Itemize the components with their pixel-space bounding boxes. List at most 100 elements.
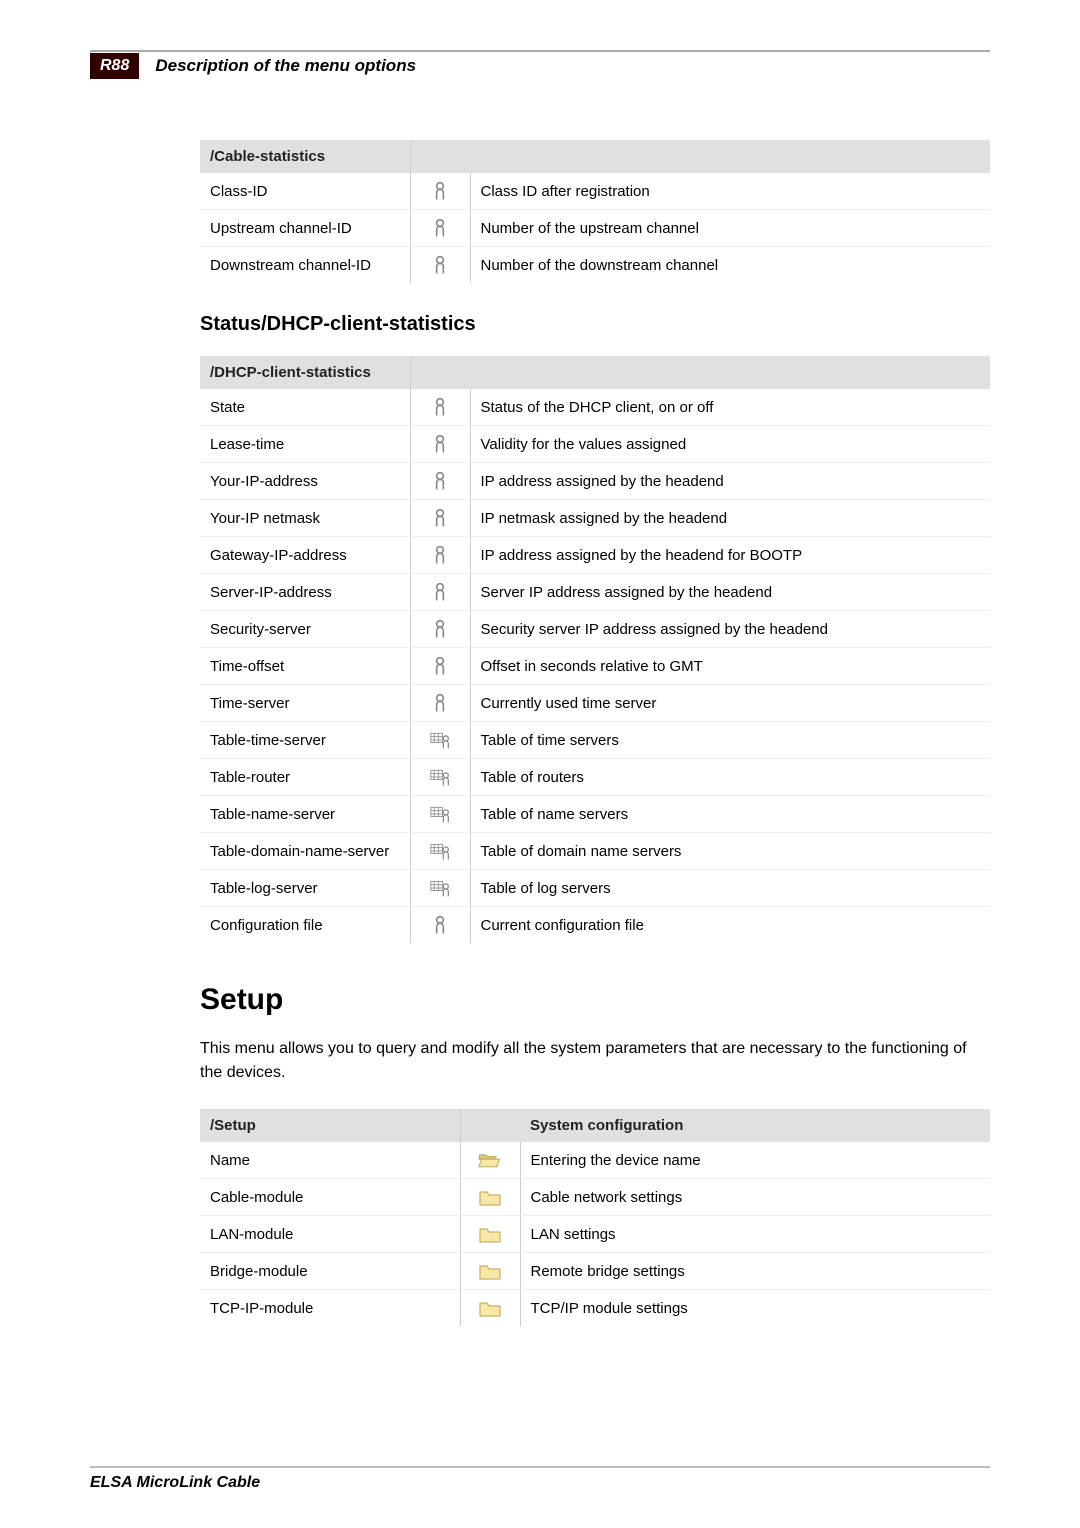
table-row: TCP-IP-module TCP/IP module settings bbox=[200, 1290, 990, 1327]
table-icon bbox=[428, 767, 452, 787]
row-description: Cable network settings bbox=[520, 1179, 990, 1216]
table-row: Gateway-IP-address IP address assigned by… bbox=[200, 537, 990, 574]
row-name: Gateway-IP-address bbox=[200, 537, 410, 574]
row-description: Table of log servers bbox=[470, 870, 990, 907]
row-name: Your-IP netmask bbox=[200, 500, 410, 537]
row-description: TCP/IP module settings bbox=[520, 1290, 990, 1327]
table-row: Table-router Table of routers bbox=[200, 759, 990, 796]
row-icon-cell bbox=[460, 1290, 520, 1327]
row-name: Your-IP-address bbox=[200, 463, 410, 500]
table-row: Table-name-serverTable of name servers bbox=[200, 796, 990, 833]
setup-heading: Setup bbox=[200, 983, 990, 1017]
table-row: Your-IP netmask IP netmask assigned by th… bbox=[200, 500, 990, 537]
table-icon bbox=[428, 804, 452, 824]
row-name: Table-router bbox=[200, 759, 410, 796]
info-icon bbox=[428, 619, 452, 639]
row-icon-cell bbox=[410, 426, 470, 463]
row-icon-cell bbox=[410, 796, 470, 833]
row-name: Downstream channel-ID bbox=[200, 247, 410, 284]
table-header-blank bbox=[460, 1109, 520, 1142]
row-description: IP address assigned by the headend bbox=[470, 463, 990, 500]
row-name: Name bbox=[200, 1142, 460, 1179]
row-name: Security-server bbox=[200, 611, 410, 648]
row-icon-cell bbox=[410, 537, 470, 574]
row-name: Configuration file bbox=[200, 907, 410, 944]
row-name: Bridge-module bbox=[200, 1253, 460, 1290]
row-name: TCP-IP-module bbox=[200, 1290, 460, 1327]
info-icon bbox=[428, 434, 452, 454]
table-row: State Status of the DHCP client, on or of… bbox=[200, 389, 990, 426]
row-description: Class ID after registration bbox=[470, 173, 990, 210]
row-description: Validity for the values assigned bbox=[470, 426, 990, 463]
row-name: Table-time-server bbox=[200, 722, 410, 759]
row-icon-cell bbox=[410, 611, 470, 648]
folder-icon bbox=[478, 1224, 502, 1244]
info-icon bbox=[428, 582, 452, 602]
table-row: Upstream channel-ID Number of the upstrea… bbox=[200, 210, 990, 247]
info-icon bbox=[428, 545, 452, 565]
page-header-title: Description of the menu options bbox=[155, 52, 416, 80]
row-icon-cell bbox=[410, 210, 470, 247]
row-icon-cell bbox=[410, 500, 470, 537]
table-header: /Setup System configuration bbox=[200, 1109, 990, 1142]
table-row: Time-offsetOffset in seconds relative to… bbox=[200, 648, 990, 685]
row-description: Status of the DHCP client, on or off bbox=[470, 389, 990, 426]
dhcp-client-statistics-table: /DHCP-client-statistics StateStatus of t… bbox=[200, 356, 990, 943]
row-icon-cell bbox=[460, 1253, 520, 1290]
row-name: Time-server bbox=[200, 685, 410, 722]
row-description: Table of domain name servers bbox=[470, 833, 990, 870]
row-name: Table-name-server bbox=[200, 796, 410, 833]
page-footer: ELSA MicroLink Cable bbox=[90, 1466, 990, 1492]
cable-statistics-table: /Cable-statistics Class-IDClass ID after… bbox=[200, 140, 990, 283]
table-row: Table-domain-name-serverTable of domain … bbox=[200, 833, 990, 870]
row-icon-cell bbox=[410, 463, 470, 500]
row-description: Server IP address assigned by the headen… bbox=[470, 574, 990, 611]
info-icon bbox=[428, 218, 452, 238]
folder-icon bbox=[478, 1261, 502, 1281]
row-description: IP netmask assigned by the headend bbox=[470, 500, 990, 537]
row-name: Class-ID bbox=[200, 173, 410, 210]
row-description: Currently used time server bbox=[470, 685, 990, 722]
info-icon bbox=[428, 181, 452, 201]
row-description: Number of the upstream channel bbox=[470, 210, 990, 247]
dhcp-client-stats-heading: Status/DHCP-client-statistics bbox=[200, 313, 990, 336]
info-icon bbox=[428, 915, 452, 935]
row-description: Current configuration file bbox=[470, 907, 990, 944]
row-description: Entering the device name bbox=[520, 1142, 990, 1179]
row-icon-cell bbox=[410, 389, 470, 426]
row-icon-cell bbox=[410, 722, 470, 759]
table-row: Your-IP-address IP address assigned by th… bbox=[200, 463, 990, 500]
table-row: Table-time-server Table of time servers bbox=[200, 722, 990, 759]
row-description: LAN settings bbox=[520, 1216, 990, 1253]
row-description: Security server IP address assigned by t… bbox=[470, 611, 990, 648]
info-icon bbox=[428, 471, 452, 491]
row-description: Table of time servers bbox=[470, 722, 990, 759]
row-name: Upstream channel-ID bbox=[200, 210, 410, 247]
table-row: Class-ID Class ID after registration bbox=[200, 173, 990, 210]
table-icon bbox=[428, 841, 452, 861]
setup-table: /Setup System configuration Name Entering… bbox=[200, 1109, 990, 1326]
table-row: Server-IP-address Server IP address assig… bbox=[200, 574, 990, 611]
table-header-blank bbox=[410, 140, 990, 173]
table-header-path: /Setup bbox=[200, 1109, 460, 1142]
table-row: Table-log-server Table of log servers bbox=[200, 870, 990, 907]
row-description: Table of routers bbox=[470, 759, 990, 796]
row-description: IP address assigned by the headend for B… bbox=[470, 537, 990, 574]
setup-description: This menu allows you to query and modify… bbox=[200, 1037, 990, 1085]
row-name: LAN-module bbox=[200, 1216, 460, 1253]
table-row: Name Entering the device name bbox=[200, 1142, 990, 1179]
row-name: Time-offset bbox=[200, 648, 410, 685]
folder-icon bbox=[478, 1187, 502, 1207]
row-icon-cell bbox=[410, 247, 470, 284]
table-row: Time-server Currently used time server bbox=[200, 685, 990, 722]
row-icon-cell bbox=[410, 759, 470, 796]
row-name: State bbox=[200, 389, 410, 426]
row-name: Server-IP-address bbox=[200, 574, 410, 611]
table-header-blank bbox=[410, 356, 990, 389]
row-icon-cell bbox=[410, 173, 470, 210]
table-row: Bridge-moduleRemote bridge settings bbox=[200, 1253, 990, 1290]
info-icon bbox=[428, 255, 452, 275]
row-name: Table-log-server bbox=[200, 870, 410, 907]
table-row: Configuration file Current configuration … bbox=[200, 907, 990, 944]
table-icon bbox=[428, 730, 452, 750]
